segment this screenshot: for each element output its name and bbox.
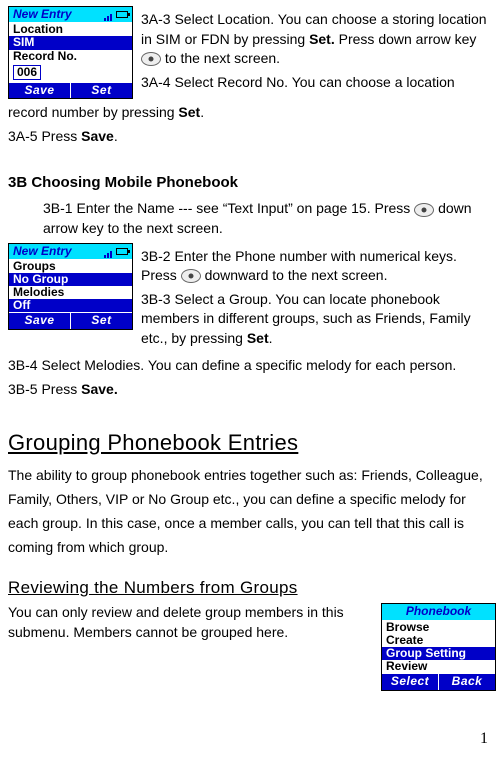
- phone3-row: Browse: [382, 621, 495, 634]
- nav-key-icon: [414, 203, 434, 217]
- phone1-row: SIM: [9, 36, 132, 49]
- step-3A-5: 3A-5 Press Save.: [8, 127, 496, 147]
- phone3-row: Review: [382, 660, 495, 673]
- phone2-list: Groups No Group Melodies Off: [9, 259, 132, 314]
- phone1-record-number: 006: [13, 65, 41, 80]
- phone2-row: Groups: [9, 260, 132, 273]
- phone1-title: New Entry: [13, 8, 72, 21]
- softkey-set: Set: [70, 313, 132, 328]
- softkey-save: Save: [9, 313, 70, 328]
- phone3-list: Browse Create Group Setting Review: [382, 620, 495, 675]
- nav-key-icon: [181, 269, 201, 283]
- step-3A-4-part1: 3A-4 Select Record No. You can choose a …: [141, 73, 496, 93]
- step-3B-4: 3B-4 Select Melodies. You can define a s…: [8, 356, 496, 376]
- phone1-list: Location SIM Record No. 006: [9, 22, 132, 83]
- phone2-status-icons: [104, 245, 128, 258]
- phone1-row: Record No.: [9, 50, 132, 63]
- phone-screen-location: New Entry Location SIM Record No. 006 Sa…: [8, 6, 133, 99]
- page-number: 1: [480, 728, 488, 750]
- heading-3B: 3B Choosing Mobile Phonebook: [8, 172, 496, 193]
- softkey-back: Back: [438, 674, 495, 689]
- step-3B-2: 3B-2 Enter the Phone number with numeric…: [141, 247, 496, 286]
- step-3B-5: 3B-5 Press Save.: [8, 380, 496, 400]
- phone2-softkeys: Save Set: [9, 313, 132, 328]
- heading-grouping: Grouping Phonebook Entries: [8, 428, 496, 459]
- softkey-set: Set: [70, 83, 132, 98]
- phone1-softkeys: Save Set: [9, 83, 132, 98]
- phone3-softkeys: Select Back: [382, 674, 495, 689]
- step-3B-3: 3B-3 Select a Group. You can locate phon…: [141, 290, 496, 349]
- grouping-para: The ability to group phonebook entries t…: [8, 464, 496, 559]
- softkey-save: Save: [9, 83, 70, 98]
- phone3-title: Phonebook: [406, 605, 471, 618]
- step-3A-4-part2: record number by pressing Set.: [8, 103, 496, 123]
- nav-key-icon: [141, 52, 161, 66]
- phone2-row: Off: [9, 299, 132, 312]
- phone-screen-phonebook: Phonebook Browse Create Group Setting Re…: [381, 603, 496, 690]
- step-3B-1: 3B-1 Enter the Name --- see “Text Input”…: [43, 199, 496, 238]
- softkey-select: Select: [382, 674, 438, 689]
- reviewing-para: You can only review and delete group mem…: [8, 603, 371, 642]
- step-3A-3: 3A-3 Select Location. You can choose a s…: [141, 10, 496, 69]
- heading-reviewing: Reviewing the Numbers from Groups: [8, 576, 496, 600]
- phone-screen-groups: New Entry Groups No Group Melodies Off S…: [8, 243, 133, 330]
- phone2-title: New Entry: [13, 245, 72, 258]
- phone1-status-icons: [104, 8, 128, 21]
